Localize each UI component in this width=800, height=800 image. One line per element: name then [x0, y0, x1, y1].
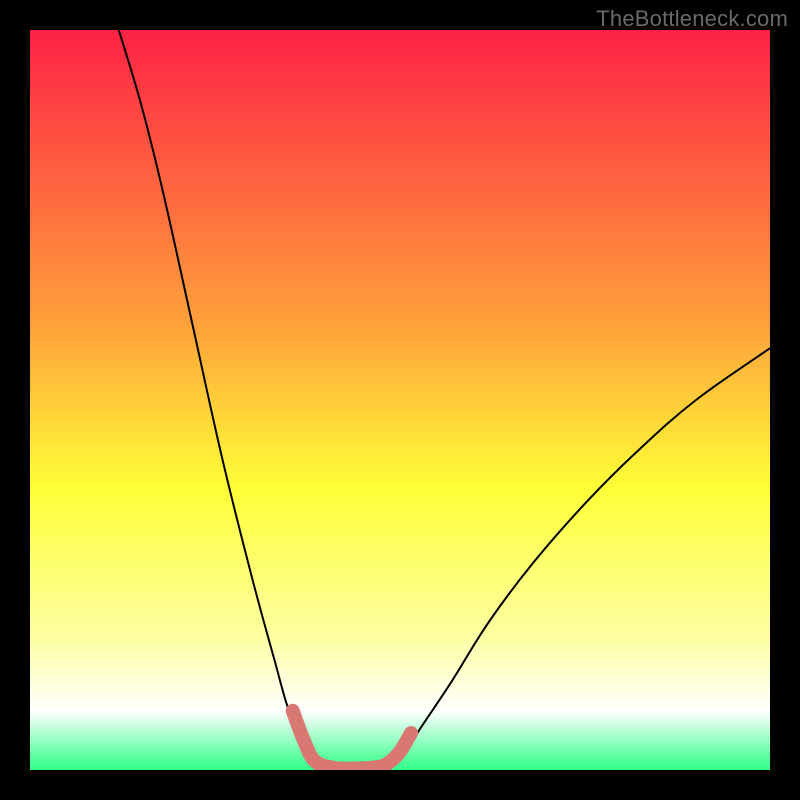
- chart-plot-area: [30, 30, 770, 770]
- watermark-text: TheBottleneck.com: [596, 6, 788, 32]
- bottleneck-curve-chart: [30, 30, 770, 770]
- gradient-background: [30, 30, 770, 770]
